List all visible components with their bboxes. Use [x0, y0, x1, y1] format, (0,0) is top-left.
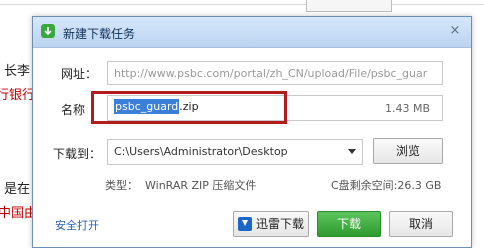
xunlei-download-label: 迅雷下载 — [255, 217, 304, 231]
background-text: 行银行 — [0, 88, 36, 103]
type-value: WinRAR ZIP 压缩文件 — [145, 179, 257, 192]
highlight-box — [91, 91, 287, 124]
download-arrow-icon — [41, 24, 55, 38]
xunlei-icon — [237, 217, 252, 231]
free-space-text: C盘剩余空间:26.3 GB — [331, 179, 442, 192]
dialog-titlebar[interactable]: 新建下载任务 × — [33, 17, 471, 48]
browse-button[interactable]: 浏览 — [373, 138, 443, 164]
secure-open-link[interactable]: 安全打开 — [55, 217, 99, 233]
file-size: 1.43 MB — [384, 102, 430, 115]
chevron-down-icon[interactable] — [348, 149, 356, 154]
background-text: 是在 — [4, 182, 31, 197]
cancel-button[interactable]: 取消 — [389, 211, 453, 237]
type-label: 类型： — [105, 179, 138, 192]
background-button — [306, 0, 392, 12]
download-button[interactable]: 下载 — [317, 211, 381, 237]
dialog-title: 新建下载任务 — [63, 27, 136, 41]
new-download-dialog: 新建下载任务 × 网址： http://www.psbc.com/portal/… — [32, 16, 472, 248]
name-label: 名称 — [61, 103, 86, 117]
xunlei-download-button[interactable]: 迅雷下载 — [233, 211, 309, 237]
url-label: 网址： — [61, 67, 98, 81]
background-divider — [0, 4, 484, 5]
save-path-value: C:\Users\Administrator\Desktop — [114, 145, 288, 158]
save-path-dropdown[interactable]: C:\Users\Administrator\Desktop — [107, 139, 363, 165]
close-icon[interactable]: × — [447, 23, 463, 39]
save-location-label: 下载到： — [53, 147, 102, 161]
background-text: 长李 — [4, 64, 31, 79]
url-field[interactable]: http://www.psbc.com/portal/zh_CN/upload/… — [107, 61, 443, 85]
